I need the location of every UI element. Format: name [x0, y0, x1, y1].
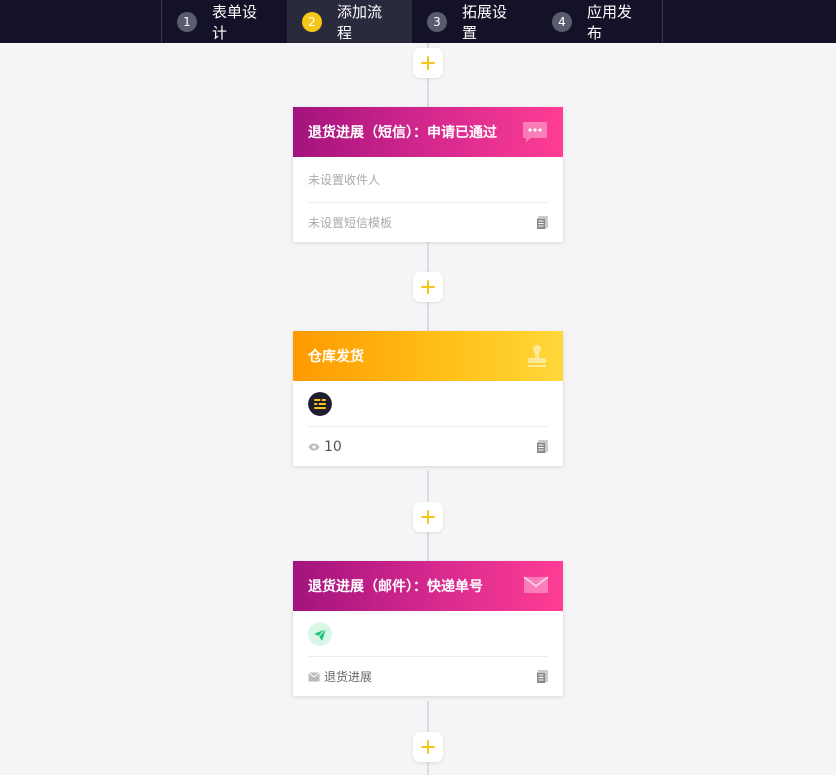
recipient-status: 未设置收件人	[308, 173, 381, 187]
add-node-button[interactable]	[413, 502, 443, 532]
step-label: 拓展设置	[462, 2, 508, 42]
step-tab-extended-settings[interactable]: 3 拓展设置	[412, 0, 537, 43]
warehouse-node-card[interactable]: 仓库发货 10	[293, 331, 563, 466]
top-nav-bar: 1 表单设计 2 添加流程 3 拓展设置 4 应用发布	[0, 0, 836, 43]
mail-icon	[308, 671, 320, 681]
step-tab-add-flow[interactable]: 2 添加流程	[287, 0, 412, 43]
step-tab-form-design[interactable]: 1 表单设计	[162, 0, 287, 43]
document-icon[interactable]	[536, 670, 548, 684]
card-header: 退货进展（邮件）：快递单号	[293, 561, 563, 611]
add-node-button[interactable]	[413, 272, 443, 302]
add-node-button[interactable]	[413, 732, 443, 762]
email-node-card[interactable]: 退货进展（邮件）：快递单号 退货进展	[293, 561, 563, 696]
add-node-button[interactable]	[413, 48, 443, 78]
step-number: 1	[177, 11, 197, 32]
mail-icon	[523, 576, 549, 593]
step-tab-app-publish[interactable]: 4 应用发布	[537, 0, 662, 43]
step-number: 4	[552, 11, 572, 32]
email-subject: 退货进展	[324, 670, 373, 684]
paper-plane-icon	[308, 621, 332, 646]
card-header: 仓库发货	[293, 331, 563, 381]
card-header: 退货进展（短信）：申请已通过	[293, 107, 563, 157]
card-title: 仓库发货	[308, 349, 364, 365]
sms-node-card[interactable]: 退货进展（短信）：申请已通过 未设置收件人 未设置短信模板	[293, 107, 563, 242]
document-icon[interactable]	[536, 440, 548, 454]
template-status: 未设置短信模板	[308, 216, 393, 230]
view-count: 10	[324, 438, 342, 455]
step-tabs: 1 表单设计 2 添加流程 3 拓展设置 4 应用发布	[161, 0, 663, 43]
menu-avatar-icon	[308, 391, 332, 416]
card-title: 退货进展（短信）：申请已通过	[308, 125, 497, 141]
card-title: 退货进展（邮件）：快递单号	[308, 579, 483, 595]
stamp-icon	[528, 345, 546, 367]
step-label: 添加流程	[337, 2, 383, 42]
plus-icon	[421, 740, 435, 754]
plus-icon	[421, 56, 435, 70]
plus-icon	[421, 510, 435, 524]
step-number: 2	[302, 11, 322, 32]
plus-icon	[421, 280, 435, 294]
sms-icon	[523, 122, 547, 142]
document-icon[interactable]	[536, 216, 548, 230]
step-label: 应用发布	[587, 2, 633, 42]
step-label: 表单设计	[212, 2, 258, 42]
eye-icon	[308, 443, 320, 450]
step-number: 3	[427, 11, 447, 32]
